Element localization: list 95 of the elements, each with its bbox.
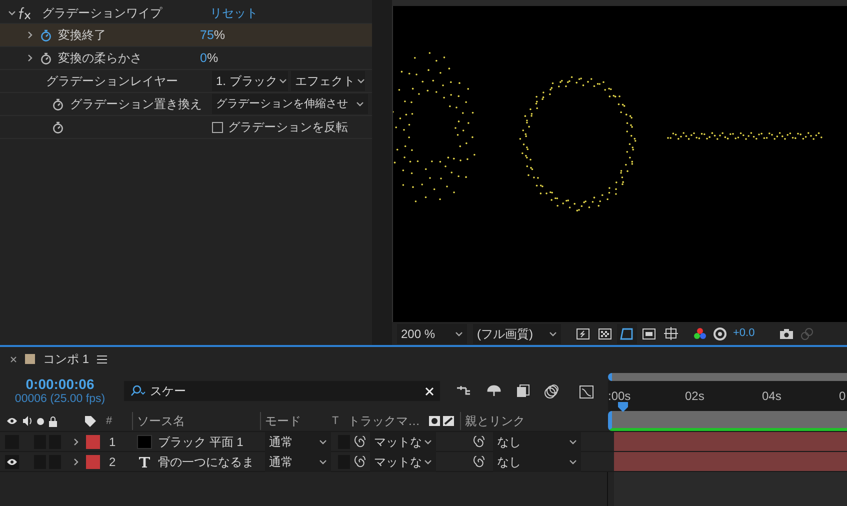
track-matte-dropdown[interactable]: マットな bbox=[370, 432, 436, 452]
ruler-label: 0 bbox=[839, 388, 846, 405]
expand-chevron-icon[interactable] bbox=[72, 438, 80, 446]
caret-icon[interactable] bbox=[424, 438, 432, 446]
close-icon[interactable] bbox=[10, 356, 17, 362]
camera-icon[interactable] bbox=[778, 328, 794, 340]
property-value[interactable]: 75% bbox=[200, 26, 226, 44]
layer-name[interactable]: ブラック 平面 1 bbox=[158, 432, 244, 450]
track-matte-dropdown[interactable]: マットな bbox=[370, 452, 436, 472]
property-label: 変換の柔らかさ bbox=[58, 50, 143, 67]
property-row[interactable]: 変換の柔らかさ 0% bbox=[0, 47, 372, 70]
menu-icon[interactable] bbox=[97, 354, 108, 364]
caret-icon[interactable] bbox=[357, 77, 365, 85]
effect-name: グラデーションワイプ bbox=[42, 5, 164, 22]
text-layer-icon bbox=[137, 454, 152, 468]
ruler-label: 02s bbox=[685, 388, 704, 405]
property-label: グラデーション置き換え bbox=[70, 96, 203, 113]
checkbox[interactable] bbox=[212, 122, 223, 132]
stopwatch-icon[interactable] bbox=[40, 28, 52, 42]
mode-dropdown[interactable]: 通常 bbox=[265, 432, 331, 452]
expand-chevron-icon[interactable] bbox=[26, 31, 34, 39]
collapse-chevron-icon[interactable] bbox=[8, 9, 16, 17]
eye-icon bbox=[6, 417, 18, 425]
caret-icon[interactable] bbox=[569, 438, 577, 446]
composition-tab[interactable]: コンポ 1 bbox=[43, 350, 90, 368]
ruler-label: 04s bbox=[762, 388, 782, 405]
checkbox-label: グラデーションを反転 bbox=[228, 119, 348, 136]
layer-dropdown[interactable]: 1. ブラック bbox=[212, 71, 288, 91]
column-header[interactable]: トラックマ… bbox=[348, 412, 428, 430]
expand-chevron-icon[interactable] bbox=[26, 54, 34, 62]
stopwatch-icon[interactable] bbox=[40, 52, 52, 64]
graph-editor-icon[interactable] bbox=[579, 384, 594, 398]
label-tag-icon bbox=[84, 414, 97, 428]
visibility-toggle[interactable] bbox=[5, 454, 19, 468]
displacement-dropdown[interactable]: グラデーションを伸縮させ bbox=[212, 94, 368, 114]
property-label: グラデーションレイヤー bbox=[46, 73, 179, 90]
frame-blending-icon[interactable] bbox=[516, 384, 530, 398]
column-header[interactable]: ソース名 bbox=[132, 412, 260, 430]
track-matte-icon bbox=[428, 415, 456, 427]
column-header: # bbox=[106, 414, 114, 429]
caret-icon[interactable] bbox=[279, 77, 288, 85]
shy-icon[interactable] bbox=[486, 385, 502, 397]
flowchart-icon[interactable] bbox=[456, 385, 472, 397]
zoom-dropdown[interactable]: 200 % bbox=[397, 324, 467, 344]
caret-icon[interactable] bbox=[455, 330, 463, 338]
reset-link[interactable]: リセット bbox=[210, 4, 258, 22]
layer-number: 1 bbox=[109, 434, 117, 450]
color-channels-icon[interactable] bbox=[693, 326, 707, 340]
lock-icon bbox=[48, 416, 58, 426]
pick-whip-icon[interactable] bbox=[473, 436, 485, 448]
caret-icon[interactable] bbox=[319, 438, 327, 446]
mask-path-icon[interactable] bbox=[617, 324, 637, 344]
property-row[interactable]: 変換終了 75% bbox=[0, 24, 372, 47]
playhead-icon[interactable] bbox=[617, 401, 629, 413]
layer-name[interactable]: 骨の一つになるま bbox=[158, 452, 254, 470]
search-field[interactable]: スケー bbox=[124, 381, 440, 401]
frame-count: 00006 (25.00 fps) bbox=[14, 392, 106, 406]
caret-icon[interactable] bbox=[549, 330, 557, 338]
mode-dropdown[interactable]: 通常 bbox=[265, 452, 331, 472]
caret-icon[interactable] bbox=[424, 458, 432, 466]
caret-icon[interactable] bbox=[569, 458, 577, 466]
parent-dropdown[interactable]: なし bbox=[493, 452, 581, 472]
column-header[interactable]: 親とリンク bbox=[460, 412, 560, 430]
aperture-icon[interactable] bbox=[713, 326, 727, 340]
expand-chevron-icon[interactable] bbox=[72, 458, 80, 466]
current-timecode[interactable]: 0:00:00:06 bbox=[26, 376, 94, 392]
parent-dropdown[interactable]: なし bbox=[493, 432, 581, 452]
caret-icon[interactable] bbox=[319, 458, 327, 466]
search-icon bbox=[130, 385, 146, 397]
label-color-swatch[interactable] bbox=[86, 434, 100, 448]
clear-icon[interactable] bbox=[425, 386, 434, 396]
eye-icon bbox=[6, 458, 18, 466]
solid-thumbnail bbox=[137, 434, 152, 448]
layer-dropdown[interactable]: エフェクト bbox=[291, 71, 365, 91]
stopwatch-icon[interactable] bbox=[52, 98, 64, 110]
pick-whip-icon[interactable] bbox=[354, 436, 366, 448]
resolution-dropdown[interactable]: (フル画質) bbox=[473, 324, 561, 344]
column-header: T bbox=[332, 414, 340, 429]
layer-number: 2 bbox=[109, 454, 117, 470]
caret-icon[interactable] bbox=[356, 100, 364, 108]
solo-icon bbox=[37, 418, 44, 424]
stopwatch-icon[interactable] bbox=[52, 120, 64, 134]
speaker-icon bbox=[22, 416, 33, 426]
property-label: 変換終了 bbox=[58, 27, 107, 44]
property-value[interactable]: 0% bbox=[200, 48, 218, 68]
exposure-value[interactable]: +0.0 bbox=[733, 325, 755, 342]
pick-whip-icon[interactable] bbox=[473, 456, 485, 468]
composition-swatch-icon bbox=[25, 354, 35, 364]
ruler-label: :00s bbox=[608, 388, 631, 405]
column-header[interactable]: モード bbox=[260, 412, 332, 430]
label-color-swatch[interactable] bbox=[86, 454, 100, 468]
fx-icon bbox=[18, 6, 32, 20]
pick-whip-icon[interactable] bbox=[354, 456, 366, 468]
time-ruler[interactable]: :00s 02s 04s 0 bbox=[608, 381, 847, 411]
motion-blur-icon[interactable] bbox=[544, 384, 559, 398]
